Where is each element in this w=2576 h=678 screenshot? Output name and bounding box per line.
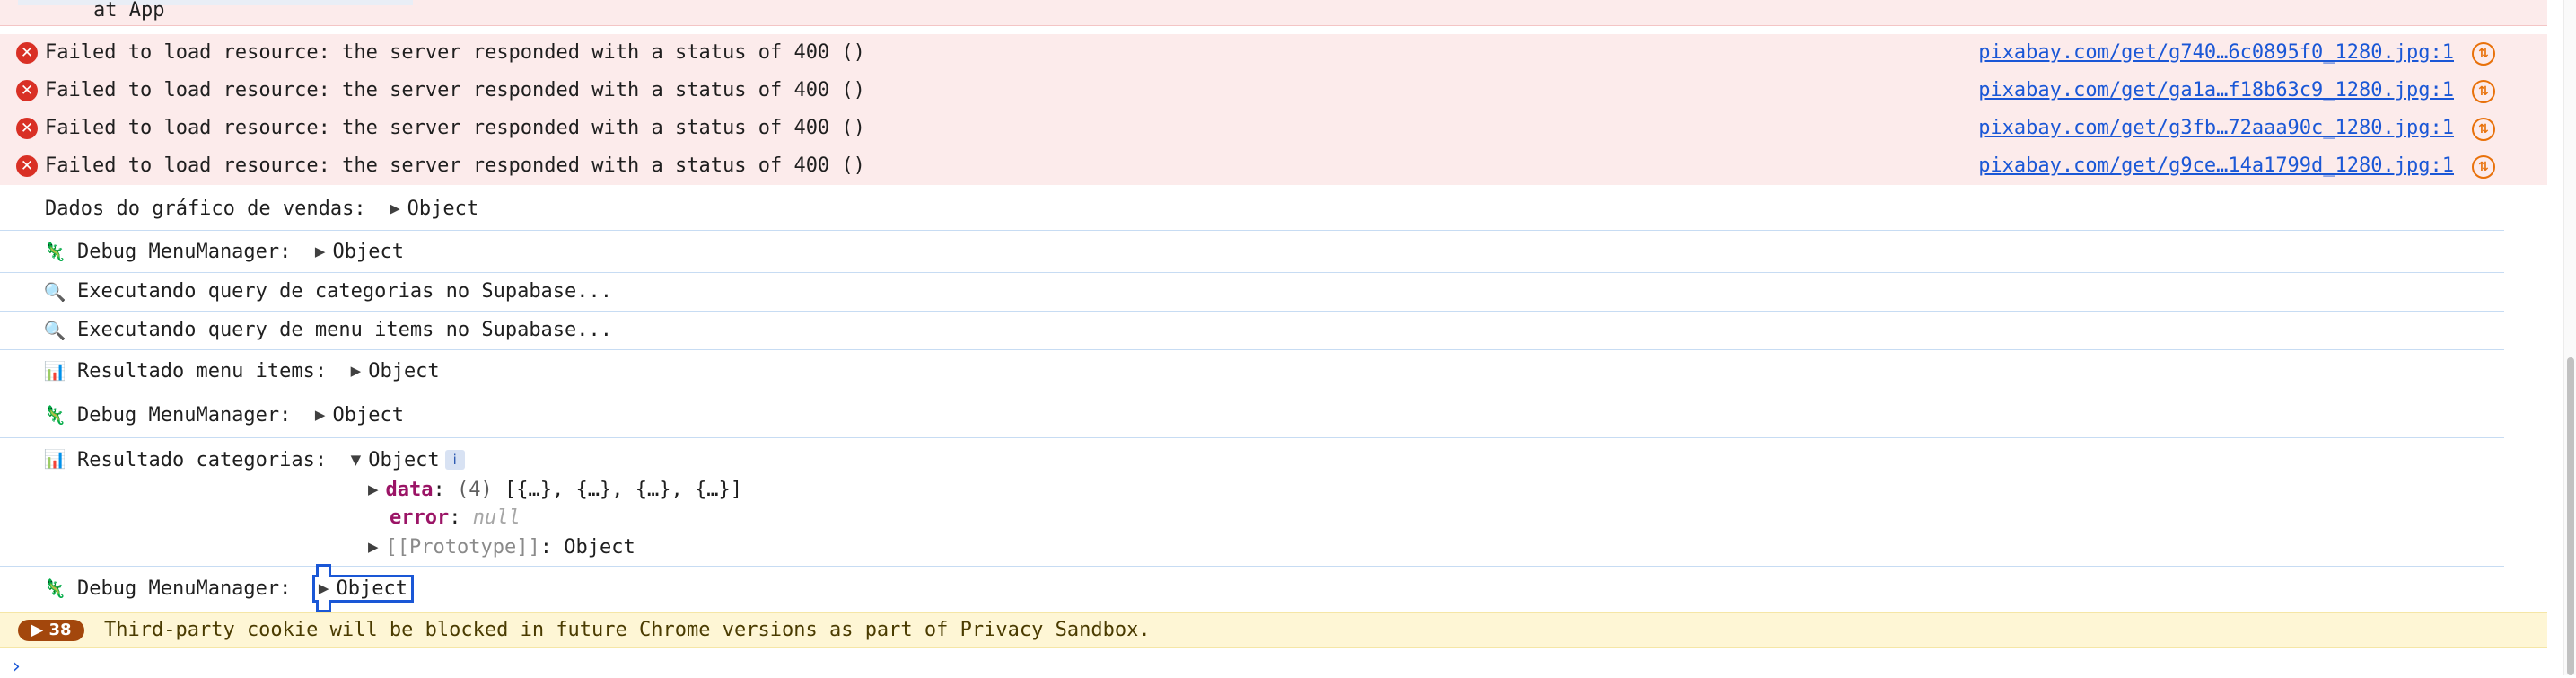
error-message: Failed to load resource: the server resp… bbox=[45, 79, 865, 101]
info-icon[interactable]: i bbox=[444, 450, 465, 470]
log-label: Resultado menu items: bbox=[77, 360, 328, 383]
array-count: (4) bbox=[457, 479, 493, 501]
lizard-emoji-icon: 🦎 bbox=[43, 241, 66, 262]
object-property-data[interactable]: ▶ data: (4) [{…}, {…}, {…}, {…}] bbox=[368, 476, 742, 504]
console-warning-row[interactable]: ▶ 38 Third-party cookie will be blocked … bbox=[0, 612, 2547, 648]
log-message: Executando query de menu items no Supaba… bbox=[77, 319, 613, 341]
property-value: [{…}, {…}, {…}, {…}] bbox=[504, 479, 742, 501]
lizard-emoji-icon: 🦎 bbox=[43, 577, 66, 599]
chart-emoji-icon: 📊 bbox=[43, 360, 66, 382]
error-message: Failed to load resource: the server resp… bbox=[45, 154, 865, 177]
expand-triangle-icon[interactable]: ▶ bbox=[368, 533, 379, 560]
log-message: Debug MenuManager: ▶ Object bbox=[77, 392, 404, 438]
console-log-row[interactable]: 🔍 Executando query de categorias no Supa… bbox=[0, 273, 2504, 312]
log-message: Resultado menu items: ▶ Object bbox=[77, 350, 440, 392]
object-preview[interactable]: Object bbox=[368, 360, 439, 383]
stack-trace-line: at App bbox=[93, 0, 165, 22]
expand-triangle-icon[interactable]: ▶ bbox=[319, 567, 329, 610]
error-icon: ✕ bbox=[16, 155, 38, 177]
collapse-triangle-icon[interactable]: ▼ bbox=[351, 445, 362, 474]
error-source-link[interactable]: pixabay.com/get/g740…6c0895f0_1280.jpg:1 bbox=[1978, 34, 2454, 72]
lizard-emoji-icon: 🦎 bbox=[43, 404, 66, 426]
console-error-row[interactable]: ✕ Failed to load resource: the server re… bbox=[0, 110, 2547, 149]
console-log-row[interactable]: 🦎 Debug MenuManager: ▶ Object bbox=[0, 392, 2504, 438]
object-preview[interactable]: Object bbox=[332, 404, 403, 427]
console-prompt-chevron-icon[interactable]: › bbox=[13, 656, 21, 678]
console-log-row[interactable]: 🦎 Debug MenuManager: ▶ Object bbox=[0, 231, 2504, 273]
console-error-row[interactable]: ✕ Failed to load resource: the server re… bbox=[0, 34, 2547, 74]
console-log-row[interactable]: 📊 Resultado menu items: ▶ Object bbox=[0, 350, 2504, 392]
network-request-icon[interactable]: ⇅ bbox=[2472, 42, 2495, 66]
object-preview[interactable]: Object bbox=[407, 198, 478, 220]
object-preview[interactable]: Object bbox=[368, 449, 439, 471]
log-message: Resultado categorias: ▼ Object i bbox=[77, 445, 465, 475]
network-request-icon[interactable]: ⇅ bbox=[2472, 155, 2495, 179]
object-property-error: error: null bbox=[390, 506, 521, 529]
log-label: Dados do gráfico de vendas: bbox=[45, 198, 366, 220]
error-icon: ✕ bbox=[16, 118, 38, 139]
property-key: [[Prototype]] bbox=[385, 536, 540, 559]
console-error-row[interactable]: ✕ Failed to load resource: the server re… bbox=[0, 147, 2547, 187]
error-message: Failed to load resource: the server resp… bbox=[45, 117, 865, 139]
warning-message: Third-party cookie will be blocked in fu… bbox=[104, 619, 1151, 641]
property-value: null bbox=[472, 506, 521, 529]
error-source-link[interactable]: pixabay.com/get/ga1a…f18b63c9_1280.jpg:1 bbox=[1978, 72, 2454, 110]
chart-emoji-icon: 📊 bbox=[43, 448, 66, 470]
expand-triangle-icon[interactable]: ▶ bbox=[351, 350, 362, 392]
warning-count-badge[interactable]: ▶ 38 bbox=[18, 620, 84, 641]
console-message-error-stack: at App bbox=[0, 0, 2547, 26]
error-source-link[interactable]: pixabay.com/get/g9ce…14a1799d_1280.jpg:1 bbox=[1978, 147, 2454, 185]
selected-object-preview[interactable]: ▶ Object bbox=[311, 575, 414, 603]
log-message: Dados do gráfico de vendas: ▶ Object bbox=[45, 187, 478, 231]
stack-highlight bbox=[18, 0, 413, 5]
object-preview[interactable]: Object bbox=[332, 241, 403, 263]
vertical-scrollbar[interactable] bbox=[2563, 0, 2576, 675]
console-log-row-expanded[interactable]: 📊 Resultado categorias: ▼ Object i ▶ data: … bbox=[0, 438, 2504, 567]
object-preview[interactable]: Object bbox=[336, 577, 407, 600]
expand-triangle-icon[interactable]: ▶ bbox=[368, 476, 379, 503]
console-error-row[interactable]: ✕ Failed to load resource: the server re… bbox=[0, 72, 2547, 111]
property-value: Object bbox=[564, 536, 635, 559]
expand-triangle-icon[interactable]: ▶ bbox=[390, 187, 400, 230]
error-source-link[interactable]: pixabay.com/get/g3fb…72aaa90c_1280.jpg:1 bbox=[1978, 110, 2454, 147]
console-log-row[interactable]: 🔍 Executando query de menu items no Supa… bbox=[0, 312, 2504, 350]
magnifier-emoji-icon: 🔍 bbox=[43, 320, 66, 341]
log-label: Resultado categorias: bbox=[77, 449, 328, 471]
error-icon: ✕ bbox=[16, 42, 38, 64]
object-property-prototype[interactable]: ▶ [[Prototype]]: Object bbox=[368, 533, 635, 561]
expand-triangle-icon[interactable]: ▶ bbox=[315, 231, 326, 272]
console-log-row[interactable]: Dados do gráfico de vendas: ▶ Object bbox=[0, 187, 2504, 231]
network-request-icon[interactable]: ⇅ bbox=[2472, 80, 2495, 103]
error-icon: ✕ bbox=[16, 80, 38, 101]
log-message: Debug MenuManager: ▶ Object bbox=[77, 567, 414, 611]
error-message: Failed to load resource: the server resp… bbox=[45, 41, 865, 64]
scrollbar-thumb[interactable] bbox=[2567, 357, 2574, 675]
expand-triangle-icon[interactable]: ▶ bbox=[315, 392, 326, 437]
log-message: Debug MenuManager: ▶ Object bbox=[77, 231, 404, 273]
log-message: Executando query de categorias no Supaba… bbox=[77, 280, 613, 303]
property-key: error bbox=[390, 506, 450, 529]
log-label: Debug MenuManager: bbox=[77, 577, 292, 600]
property-key: data bbox=[385, 479, 434, 501]
magnifier-emoji-icon: 🔍 bbox=[43, 281, 66, 303]
network-request-icon[interactable]: ⇅ bbox=[2472, 118, 2495, 141]
console-log-row[interactable]: 🦎 Debug MenuManager: ▶ Object bbox=[0, 567, 2504, 610]
devtools-console: at App ✕ Failed to load resource: the se… bbox=[0, 0, 2563, 678]
log-label: Debug MenuManager: bbox=[77, 404, 292, 427]
log-label: Debug MenuManager: bbox=[77, 241, 292, 263]
